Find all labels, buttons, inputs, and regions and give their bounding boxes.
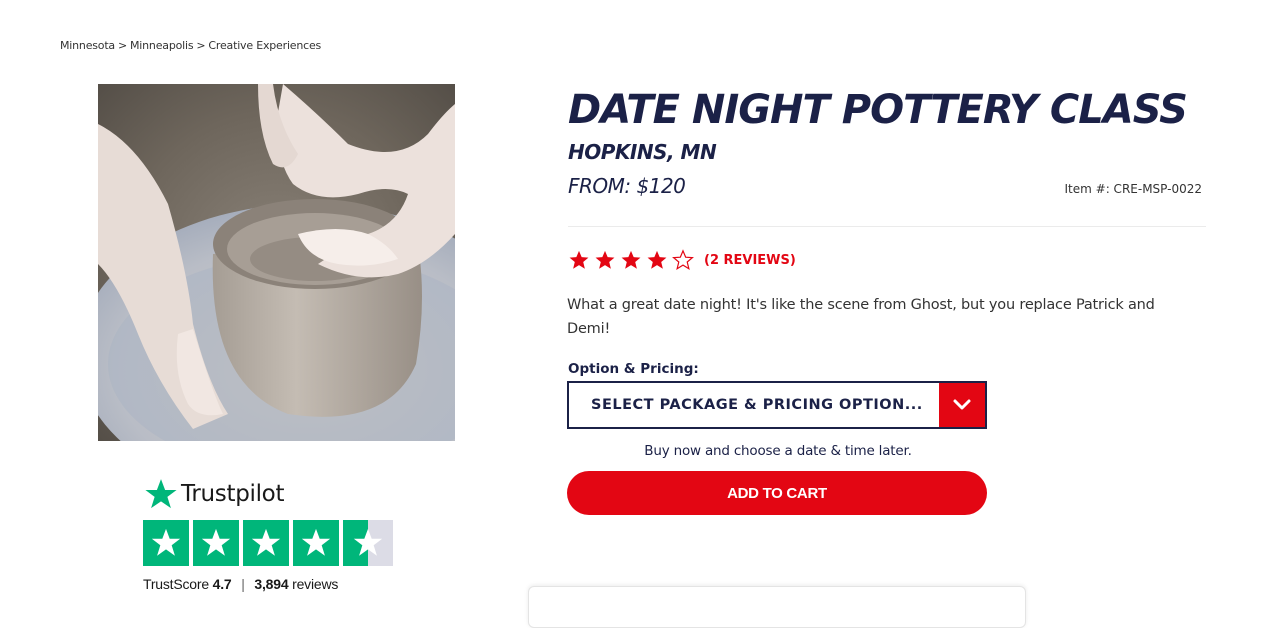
divider [568, 226, 1206, 227]
trustpilot-review-count: 3,894 [254, 576, 289, 592]
chevron-down-icon [953, 399, 971, 410]
dropdown-toggle[interactable] [939, 383, 985, 427]
price-row: FROM: $120 Item #: CRE-MSP-0022 [568, 174, 1208, 198]
trustscore-label: TrustScore [143, 576, 209, 592]
trustpilot-reviews-word: reviews [292, 576, 339, 592]
star-filled-icon [647, 250, 667, 269]
star-filled-icon [569, 250, 589, 269]
product-description: What a great date night! It's like the s… [567, 297, 1155, 337]
trustpilot-star-icon [243, 520, 289, 566]
option-pricing-label: Option & Pricing: [568, 361, 699, 377]
breadcrumb-link-state[interactable]: Minnesota [60, 39, 115, 52]
trustpilot-brand: Trustpilot [143, 476, 403, 512]
star-filled-icon [621, 250, 641, 269]
product-price: FROM: $120 [568, 174, 686, 198]
trustpilot-brand-name: Trustpilot [181, 481, 285, 507]
reviews-link[interactable]: (2 REVIEWS) [704, 253, 796, 268]
star-rating: (2 REVIEWS) [568, 249, 1208, 271]
trustpilot-score: TrustScore 4.7 | 3,894 reviews [143, 576, 403, 592]
product-image[interactable] [98, 84, 455, 441]
trustpilot-star-icon [293, 520, 339, 566]
breadcrumb-link-category[interactable]: Creative Experiences [208, 39, 321, 52]
add-to-cart-button[interactable]: ADD TO CART [567, 471, 987, 515]
bottom-card [528, 586, 1026, 628]
trustpilot-widget[interactable]: Trustpilot TrustScore 4.7 | 3,894 review… [143, 476, 403, 592]
breadcrumb-link-city[interactable]: Minneapolis [130, 39, 194, 52]
breadcrumb-separator: > [196, 39, 206, 52]
item-number: Item #: CRE-MSP-0022 [1064, 182, 1202, 196]
buy-later-note: Buy now and choose a date & time later. [644, 443, 912, 459]
trustpilot-logo-icon [145, 479, 177, 509]
star-empty-icon [672, 249, 694, 270]
trustpilot-half-star-icon [343, 520, 393, 566]
trustscore-value: 4.7 [212, 576, 232, 592]
page-title: DATE NIGHT POTTERY CLASS [568, 87, 1188, 133]
star-filled-icon [595, 250, 615, 269]
product-location: HOPKINS, MN [568, 140, 717, 164]
breadcrumb: Minnesota > Minneapolis > Creative Experienc… [60, 39, 321, 52]
trustpilot-star-icon [193, 520, 239, 566]
select-value: SELECT PACKAGE & PRICING OPTION... [591, 397, 923, 413]
trustpilot-star-rating [143, 520, 403, 566]
package-pricing-select[interactable]: SELECT PACKAGE & PRICING OPTION... [567, 381, 987, 429]
breadcrumb-separator: > [117, 39, 128, 52]
trustscore-divider: | [241, 576, 245, 592]
product-details: DATE NIGHT POTTERY CLASS HOPKINS, MN FRO… [567, 86, 1208, 515]
trustpilot-star-icon [143, 520, 189, 566]
